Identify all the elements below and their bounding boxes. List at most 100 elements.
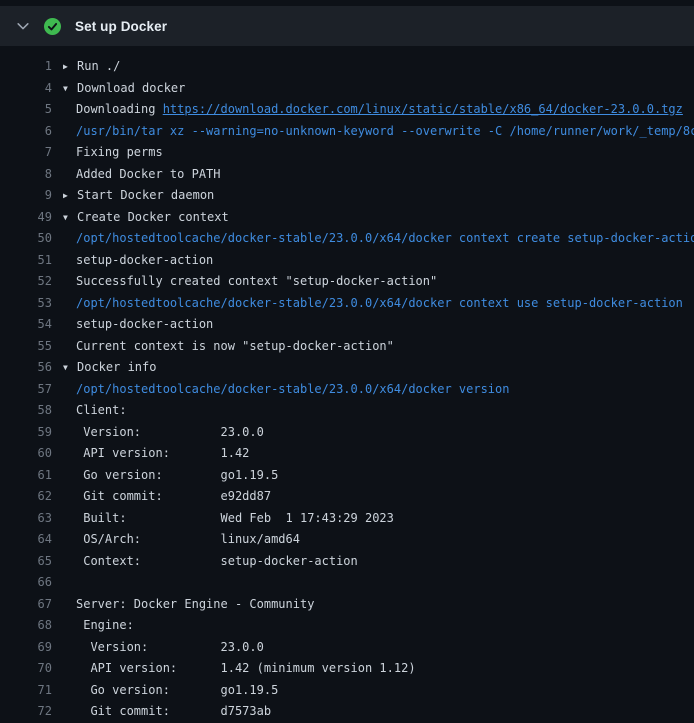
log-line: 72 Git commit: d7573ab <box>0 701 694 723</box>
disclosure-expanded-icon[interactable]: ▼ <box>63 78 77 100</box>
log-command-text: /opt/hostedtoolcache/docker-stable/23.0.… <box>76 296 683 310</box>
line-number[interactable]: 66 <box>0 572 52 594</box>
log-command-text: /opt/hostedtoolcache/docker-stable/23.0.… <box>76 382 509 396</box>
log-text: Server: Docker Engine - Community <box>76 597 314 611</box>
line-content: Go version: go1.19.5 <box>63 465 278 487</box>
log-text: Successfully created context "setup-dock… <box>76 274 437 288</box>
line-content: ▶Start Docker daemon <box>63 185 214 207</box>
line-content: Server: Docker Engine - Community <box>63 594 314 616</box>
log-text: Download docker <box>77 81 185 95</box>
log-line: 52 Successfully created context "setup-do… <box>0 271 694 293</box>
line-content: Successfully created context "setup-dock… <box>63 271 437 293</box>
line-number[interactable]: 1 <box>0 56 52 78</box>
line-number[interactable]: 57 <box>0 379 52 401</box>
line-number[interactable]: 55 <box>0 336 52 358</box>
log-text: API version: 1.42 <box>76 446 249 460</box>
log-text: Go version: go1.19.5 <box>76 468 278 482</box>
disclosure-collapsed-icon[interactable]: ▶ <box>63 185 77 207</box>
log-text: Go version: go1.19.5 <box>76 683 278 697</box>
line-number[interactable]: 68 <box>0 615 52 637</box>
log-text: Engine: <box>76 618 134 632</box>
line-content: Version: 23.0.0 <box>63 637 264 659</box>
line-number[interactable]: 5 <box>0 99 52 121</box>
log-line: 69 Version: 23.0.0 <box>0 637 694 659</box>
line-content: Added Docker to PATH <box>63 164 221 186</box>
log-link[interactable]: https://download.docker.com/linux/static… <box>163 102 683 116</box>
log-text: setup-docker-action <box>76 253 213 267</box>
chevron-down-icon[interactable] <box>16 19 30 33</box>
line-content: Engine: <box>63 615 134 637</box>
line-number[interactable]: 50 <box>0 228 52 250</box>
line-number[interactable]: 52 <box>0 271 52 293</box>
line-number[interactable]: 67 <box>0 594 52 616</box>
line-number[interactable]: 59 <box>0 422 52 444</box>
line-number[interactable]: 51 <box>0 250 52 272</box>
log-text: Built: Wed Feb 1 17:43:29 2023 <box>76 511 394 525</box>
log-line: 55 Current context is now "setup-docker-a… <box>0 336 694 358</box>
line-number[interactable]: 8 <box>0 164 52 186</box>
log-text: Git commit: d7573ab <box>76 704 271 718</box>
log-line: 4 ▼Download docker <box>0 78 694 100</box>
log-line: 54setup-docker-action <box>0 314 694 336</box>
line-number[interactable]: 70 <box>0 658 52 680</box>
line-content: ▼Create Docker context <box>63 207 229 229</box>
line-content: ▶Run ./ <box>63 56 120 78</box>
log-text: Version: 23.0.0 <box>76 425 264 439</box>
line-number[interactable]: 9 <box>0 185 52 207</box>
line-number[interactable]: 69 <box>0 637 52 659</box>
disclosure-expanded-icon[interactable]: ▼ <box>63 357 77 379</box>
log-text: Current context is now "setup-docker-act… <box>76 339 394 353</box>
line-content: Client: <box>63 400 127 422</box>
line-number[interactable]: 49 <box>0 207 52 229</box>
log-line: 59 Version: 23.0.0 <box>0 422 694 444</box>
log-text: Docker info <box>77 360 156 374</box>
log-line: 64 OS/Arch: linux/amd64 <box>0 529 694 551</box>
line-content: API version: 1.42 (minimum version 1.12) <box>63 658 416 680</box>
log-text: Fixing perms <box>76 145 163 159</box>
line-number[interactable]: 62 <box>0 486 52 508</box>
line-number[interactable]: 60 <box>0 443 52 465</box>
line-number[interactable]: 61 <box>0 465 52 487</box>
line-content: Version: 23.0.0 <box>63 422 264 444</box>
check-circle-icon <box>44 18 61 35</box>
line-content: Git commit: d7573ab <box>63 701 271 723</box>
disclosure-collapsed-icon[interactable]: ▶ <box>63 56 77 78</box>
line-content: Git commit: e92dd87 <box>63 486 271 508</box>
log-line: 63 Built: Wed Feb 1 17:43:29 2023 <box>0 508 694 530</box>
log-line: 49 ▼Create Docker context <box>0 207 694 229</box>
log-line: 66 <box>0 572 694 594</box>
log-text: Downloading <box>76 102 163 116</box>
log-text: Start Docker daemon <box>77 188 214 202</box>
log-line: 56 ▼Docker info <box>0 357 694 379</box>
line-number[interactable]: 56 <box>0 357 52 379</box>
line-number[interactable]: 54 <box>0 314 52 336</box>
line-content: Downloading https://download.docker.com/… <box>63 99 683 121</box>
log-line: 62 Git commit: e92dd87 <box>0 486 694 508</box>
line-number[interactable]: 6 <box>0 121 52 143</box>
log-area: 1▶Run ./4▼Download docker5Downloading ht… <box>0 46 694 723</box>
log-line: 5 Downloading https://download.docker.com… <box>0 99 694 121</box>
step-title: Set up Docker <box>75 19 167 34</box>
line-number[interactable]: 72 <box>0 701 52 723</box>
line-number[interactable]: 65 <box>0 551 52 573</box>
line-content: ▼Docker info <box>63 357 156 379</box>
line-number[interactable]: 7 <box>0 142 52 164</box>
log-lines: 1▶Run ./4▼Download docker5Downloading ht… <box>0 56 694 723</box>
log-line: 60 API version: 1.42 <box>0 443 694 465</box>
line-number[interactable]: 53 <box>0 293 52 315</box>
log-line: 6/usr/bin/tar xz --warning=no-unknown-ke… <box>0 121 694 143</box>
log-line: 58 Client: <box>0 400 694 422</box>
step-header[interactable]: Set up Docker <box>0 6 694 46</box>
log-text: Git commit: e92dd87 <box>76 489 271 503</box>
log-text: OS/Arch: linux/amd64 <box>76 532 300 546</box>
line-number[interactable]: 4 <box>0 78 52 100</box>
log-text: Added Docker to PATH <box>76 167 221 181</box>
line-content: ▼Download docker <box>63 78 185 100</box>
log-text: Run ./ <box>77 59 120 73</box>
line-content: Context: setup-docker-action <box>63 551 358 573</box>
disclosure-expanded-icon[interactable]: ▼ <box>63 207 77 229</box>
line-number[interactable]: 64 <box>0 529 52 551</box>
line-number[interactable]: 58 <box>0 400 52 422</box>
log-line: 68 Engine: <box>0 615 694 637</box>
line-number[interactable]: 63 <box>0 508 52 530</box>
